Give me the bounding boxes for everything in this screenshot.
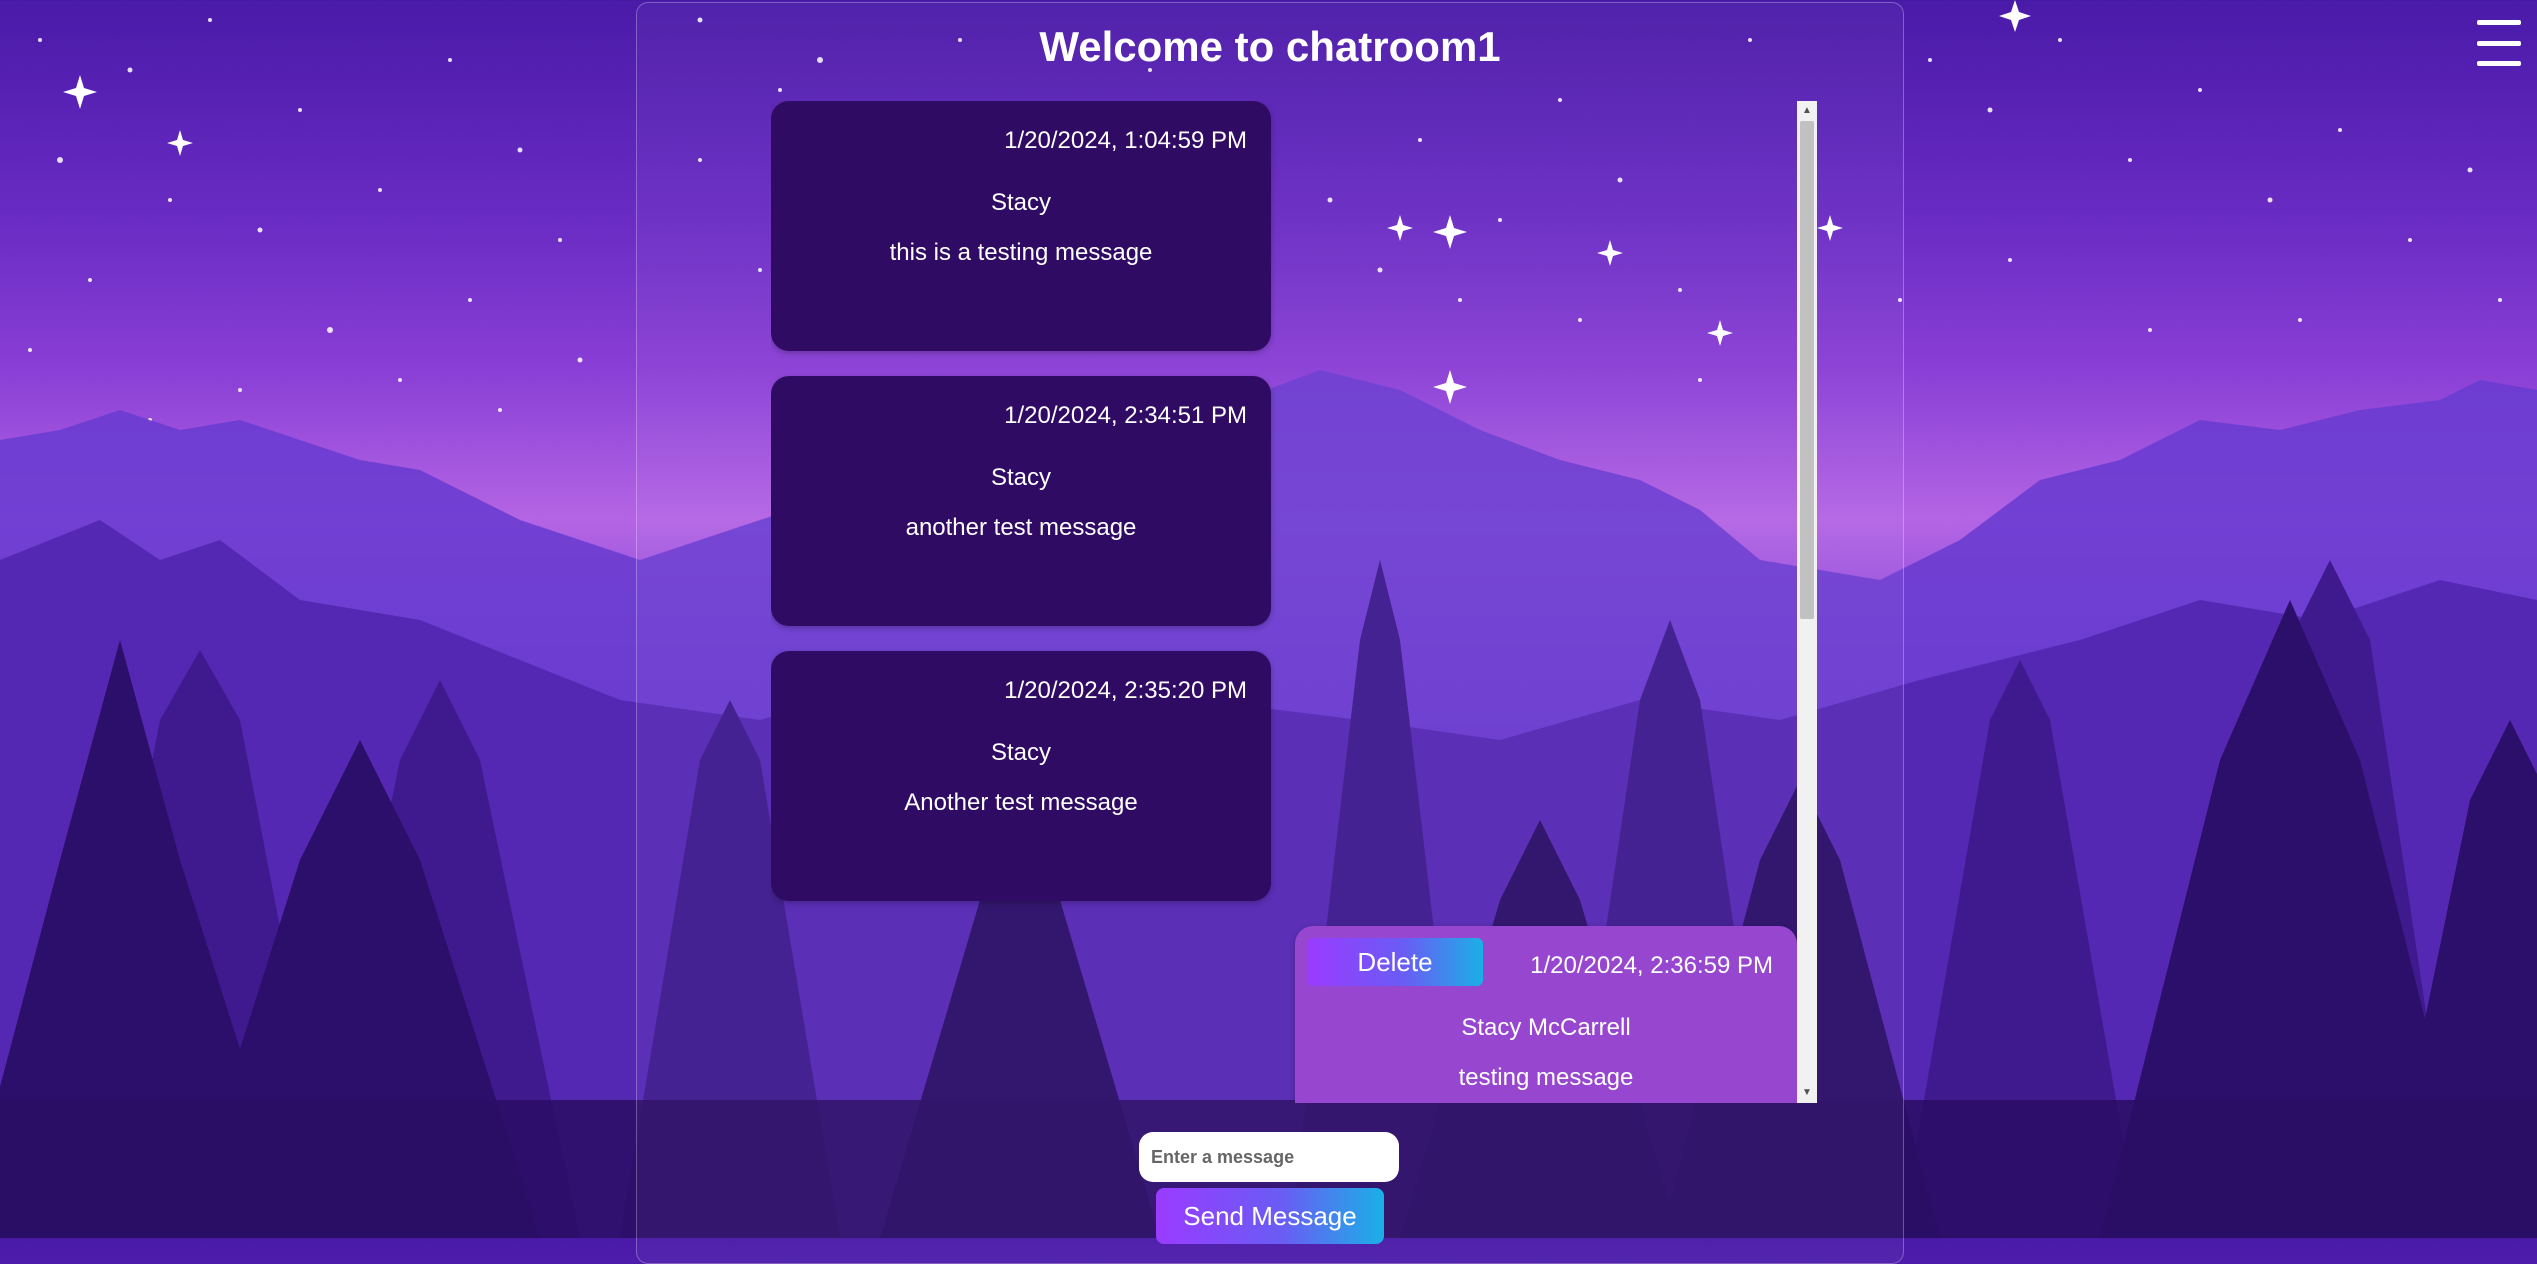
own-message-card: Delete 1/20/2024, 2:36:59 PM Stacy McCar… xyxy=(1295,926,1797,1103)
send-message-button[interactable]: Send Message xyxy=(1156,1188,1384,1244)
delete-message-button[interactable]: Delete xyxy=(1307,938,1483,986)
message-input[interactable] xyxy=(1139,1132,1399,1182)
chat-panel: Welcome to chatroom1 1/20/2024, 1:04:59 … xyxy=(636,2,1904,1264)
message-text: Another test message xyxy=(904,789,1138,816)
hamburger-menu-icon[interactable] xyxy=(2477,20,2521,66)
message-list-scrollbar[interactable]: ▲ ▼ xyxy=(1797,101,1817,1103)
menu-bar xyxy=(2477,40,2521,46)
scroll-down-arrow-icon[interactable]: ▼ xyxy=(1797,1083,1817,1103)
page-title: Welcome to chatroom1 xyxy=(1039,23,1501,70)
message-card: 1/20/2024, 2:34:51 PM Stacy another test… xyxy=(771,376,1271,626)
menu-bar xyxy=(2477,61,2521,66)
message-card: 1/20/2024, 2:35:20 PM Stacy Another test… xyxy=(771,651,1271,901)
message-text: testing message xyxy=(1458,1064,1634,1091)
scrollbar-thumb[interactable] xyxy=(1800,121,1814,619)
scroll-up-arrow-icon[interactable]: ▲ xyxy=(1797,101,1817,121)
message-author: Stacy xyxy=(990,739,1052,766)
message-timestamp: 1/20/2024, 2:36:59 PM xyxy=(1530,952,1773,979)
message-card: 1/20/2024, 1:04:59 PM Stacy this is a te… xyxy=(771,101,1271,351)
menu-bar xyxy=(2477,20,2521,25)
message-author: Stacy xyxy=(990,189,1052,216)
message-timestamp: 1/20/2024, 1:04:59 PM xyxy=(1004,127,1247,154)
message-text: another test message xyxy=(905,514,1137,541)
message-text: this is a testing message xyxy=(889,239,1153,266)
message-timestamp: 1/20/2024, 2:34:51 PM xyxy=(1004,402,1247,429)
message-author: Stacy McCarrell xyxy=(1461,1014,1631,1041)
message-author: Stacy xyxy=(990,464,1052,491)
message-timestamp: 1/20/2024, 2:35:20 PM xyxy=(1004,677,1247,704)
message-list[interactable]: 1/20/2024, 1:04:59 PM Stacy this is a te… xyxy=(771,101,1845,1103)
